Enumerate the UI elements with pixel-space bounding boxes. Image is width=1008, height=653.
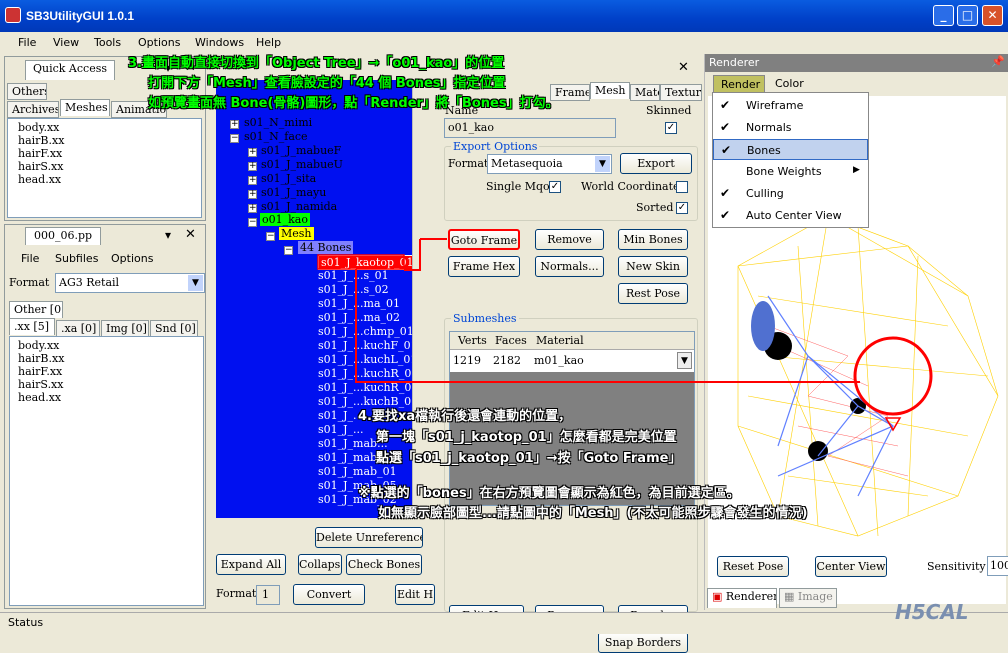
snap-borders-button[interactable]: Snap Borders bbox=[598, 632, 688, 653]
annotation-note-line1: ※點選的「bones」在右方預覽圖會顯示為紅色，為目前選定區。 bbox=[358, 486, 740, 501]
annotation-step4-line1: 4.要找xa檔執行後還會連動的位置， bbox=[358, 409, 572, 424]
annotation-step3-line1: 3.畫面自動直接切換到「Object Tree」→「o01_kao」的位置 bbox=[128, 56, 505, 71]
annotation-step3-line3: 如預覽畫面無 Bone(骨骼)圖形，點「Render」將「Bones」打勾。 bbox=[148, 96, 559, 111]
annotation-step4-line3: 點選「s01_j_kaotop_01」→按「Goto Frame」 bbox=[376, 451, 682, 466]
annotation-step3-line2: 打開下方「Mesh」查看臉設定的「44 個 Bones」指定位置 bbox=[148, 76, 506, 91]
annotation-note-line2: 如無顯示臉部圖型...請點圖中的「Mesh」(不太可能照步驟會發生的情況) bbox=[378, 506, 808, 521]
watermark-logo: H5CAL bbox=[895, 600, 969, 624]
annotation-step4-line2: 第一塊「s01_j_kaotop_01」怎麼看都是完美位置 bbox=[376, 430, 677, 445]
